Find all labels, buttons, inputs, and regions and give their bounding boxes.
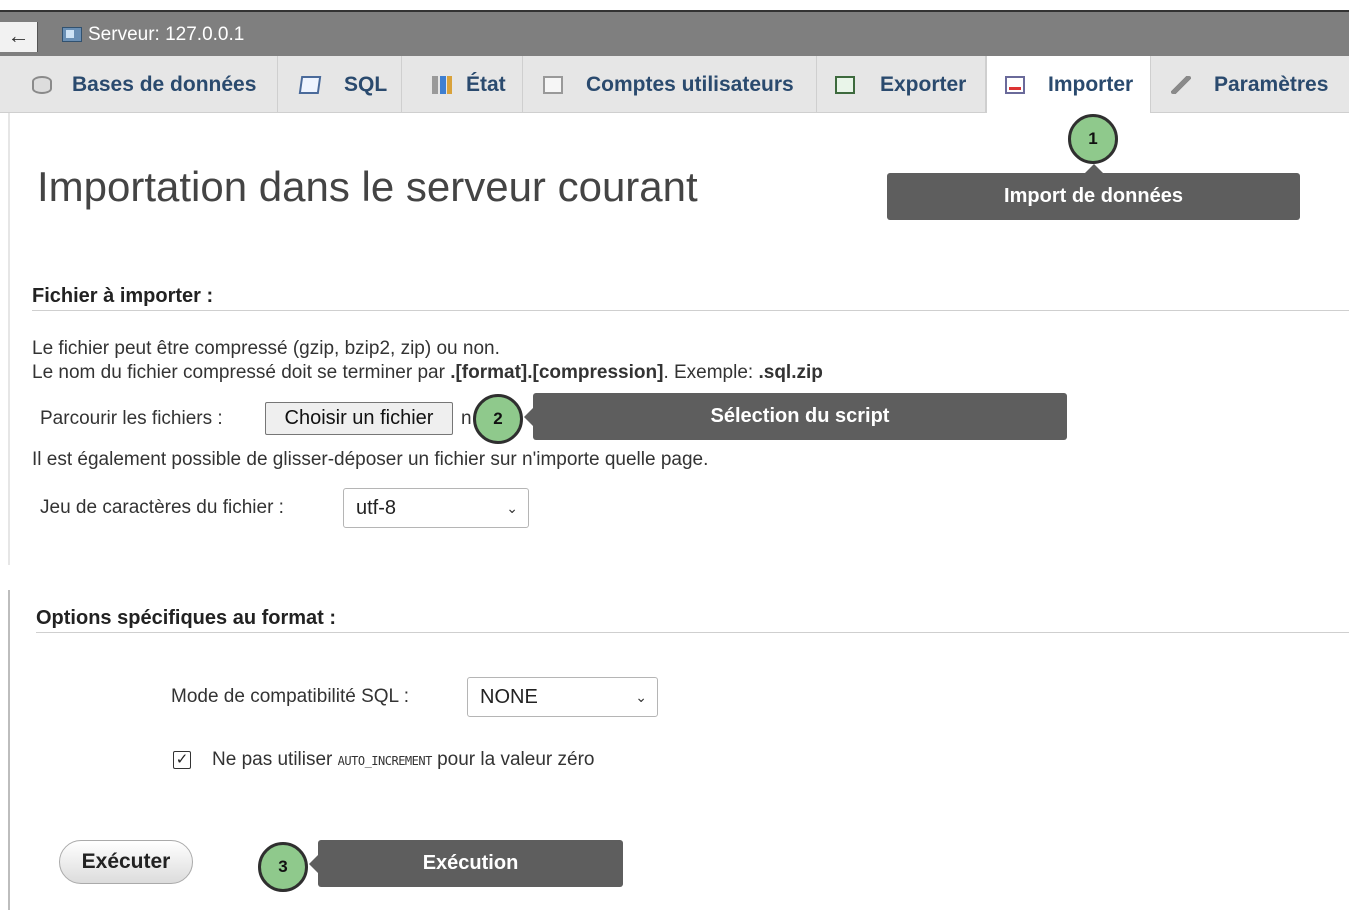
status-icon	[432, 76, 452, 94]
tab-settings[interactable]: Paramètres	[1151, 56, 1349, 113]
tab-label: État	[466, 73, 506, 96]
server-breadcrumb-bar: ← Serveur: 127.0.0.1	[0, 10, 1349, 56]
label-text: Ne pas utiliser	[212, 749, 338, 770]
note-text: Le nom du fichier compressé doit se term…	[32, 362, 451, 383]
annotation-callout-2: Sélection du script	[524, 393, 1067, 440]
format-example: .sql.zip	[758, 362, 823, 383]
sql-icon	[298, 76, 322, 94]
browse-label: Parcourir les fichiers :	[40, 408, 223, 429]
tab-sql[interactable]: SQL	[278, 56, 402, 113]
annotation-badge-2: 2	[473, 394, 523, 444]
server-icon	[62, 27, 82, 42]
section-divider	[36, 632, 1349, 633]
wrench-icon	[1171, 76, 1191, 94]
tab-label: Bases de données	[72, 73, 257, 96]
annotation-badge-3: 3	[258, 842, 308, 892]
charset-label: Jeu de caractères du fichier :	[40, 497, 284, 518]
export-icon	[835, 76, 855, 94]
charset-value: utf-8	[356, 497, 397, 519]
server-label: Serveur: 127.0.0.1	[88, 24, 245, 45]
import-icon	[1005, 76, 1025, 94]
label-text: pour la valeur zéro	[431, 749, 595, 770]
auto-increment-checkbox[interactable]: ✓	[173, 751, 191, 769]
page-title: Importation dans le serveur courant	[37, 163, 698, 210]
annotation-callout-1: Import de données	[887, 164, 1300, 220]
section-divider	[32, 310, 1349, 311]
sql-compat-label: Mode de compatibilité SQL :	[171, 686, 409, 707]
tab-label: SQL	[344, 73, 388, 96]
note-text: . Exemple:	[663, 362, 759, 383]
annotation-callout-3: Exécution	[309, 840, 623, 887]
tab-export[interactable]: Exporter	[817, 56, 986, 113]
fieldset-border	[8, 113, 10, 565]
tab-status[interactable]: État	[402, 56, 523, 113]
file-section-title: Fichier à importer :	[32, 285, 214, 307]
compression-format-note: Le nom du fichier compressé doit se term…	[32, 362, 823, 384]
chevron-down-icon: ⌄	[506, 500, 518, 516]
annotation-badge-1: 1	[1068, 114, 1118, 164]
no-file-status: n	[461, 408, 472, 429]
format-section-title: Options spécifiques au format :	[36, 607, 337, 629]
database-icon	[32, 76, 52, 94]
code-text: AUTO_INCREMENT	[337, 754, 433, 768]
charset-select[interactable]: utf-8 ⌄	[343, 488, 529, 528]
tab-label: Exporter	[880, 73, 967, 96]
main-tabs: Bases de données SQL État Comptes utilis…	[0, 56, 1349, 113]
users-icon	[543, 76, 563, 94]
execute-button[interactable]: Exécuter	[59, 840, 193, 884]
sql-compat-value: NONE	[480, 686, 538, 708]
tab-user-accounts[interactable]: Comptes utilisateurs	[523, 56, 817, 113]
tab-import[interactable]: Importer	[986, 56, 1151, 113]
choose-file-button[interactable]: Choisir un fichier	[265, 402, 453, 435]
server-link[interactable]: Serveur: 127.0.0.1	[62, 21, 244, 49]
sql-compat-select[interactable]: NONE ⌄	[467, 677, 658, 717]
tab-label: Importer	[1048, 73, 1134, 96]
fieldset-border	[8, 590, 10, 910]
format-pattern: .[format].[compression]	[450, 362, 664, 383]
auto-increment-label: Ne pas utiliser AUTO_INCREMENT pour la v…	[212, 749, 594, 771]
tab-databases[interactable]: Bases de données	[0, 56, 278, 113]
chevron-down-icon: ⌄	[635, 689, 647, 705]
tab-label: Comptes utilisateurs	[586, 73, 794, 96]
tab-label: Paramètres	[1214, 73, 1329, 96]
compression-note: Le fichier peut être compressé (gzip, bz…	[32, 338, 500, 359]
back-arrow-icon[interactable]: ←	[0, 22, 38, 52]
drag-drop-note: Il est également possible de glisser-dép…	[32, 449, 709, 470]
